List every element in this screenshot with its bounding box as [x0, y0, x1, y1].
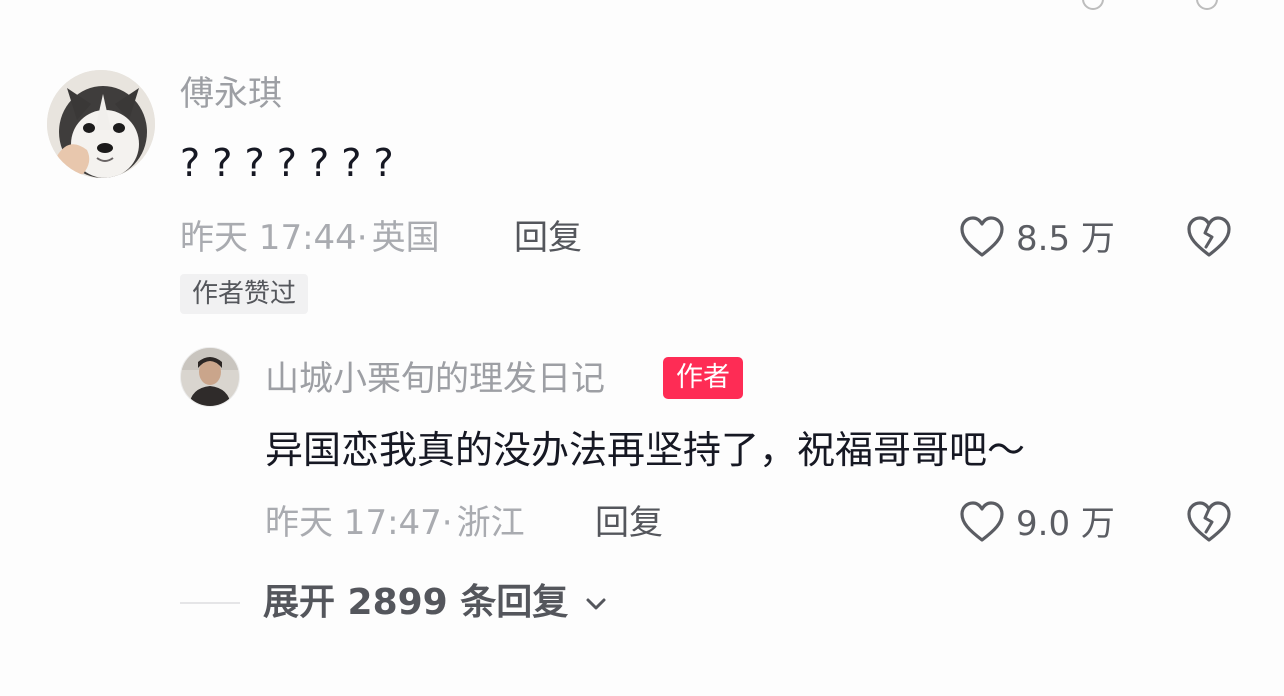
reply-avatar[interactable]: [180, 347, 240, 407]
chevron-down-icon: [586, 598, 606, 610]
comment-like-button[interactable]: [959, 215, 1005, 263]
reply-like-button[interactable]: [959, 500, 1005, 548]
comment-location-separator: ·: [356, 218, 368, 258]
reply-time: 昨天 17:47: [265, 503, 442, 543]
reply-dislike-button[interactable]: [1186, 500, 1232, 548]
heart-outline-icon: [960, 501, 1004, 542]
comment-location: 英国: [371, 218, 440, 258]
reply-meta: 昨天 17:47· 浙江: [265, 503, 525, 543]
avatar[interactable]: [47, 70, 155, 178]
reply-location: 浙江: [456, 503, 525, 543]
comment-text: ? ? ? ? ? ? ?: [180, 141, 394, 185]
comment-reply-button[interactable]: 回复: [514, 218, 582, 258]
comment-dislike-button[interactable]: [1186, 215, 1232, 263]
husky-avatar-image: [47, 70, 155, 178]
comment-like-count: 8.5 万: [1016, 219, 1115, 259]
reply-reply-button[interactable]: 回复: [595, 503, 663, 543]
expand-replies-button[interactable]: 展开 2899 条回复: [263, 582, 607, 624]
comment-time: 昨天 17:44: [180, 218, 357, 258]
cropped-top-icon-left: [1082, 0, 1104, 10]
expand-replies-label: 展开 2899 条回复: [263, 582, 569, 623]
broken-heart-icon: [1187, 501, 1231, 542]
reply-text: 异国恋我真的没办法再坚持了，祝福哥哥吧～: [265, 428, 1026, 472]
reply-like-count: 9.0 万: [1016, 504, 1115, 544]
heart-outline-icon: [960, 216, 1004, 257]
expand-divider: [180, 602, 240, 604]
comment-username[interactable]: 傅永琪: [180, 74, 282, 114]
comment-meta: 昨天 17:44· 英国: [180, 218, 440, 258]
author-liked-badge: 作者赞过: [180, 274, 309, 314]
broken-heart-icon: [1187, 216, 1231, 257]
cropped-top-icon-right: [1196, 0, 1218, 10]
reply-location-separator: ·: [441, 503, 453, 543]
reply-username[interactable]: 山城小栗旬的理发日记: [265, 359, 605, 399]
author-avatar-image: [181, 348, 239, 406]
author-tag: 作者: [663, 357, 743, 399]
